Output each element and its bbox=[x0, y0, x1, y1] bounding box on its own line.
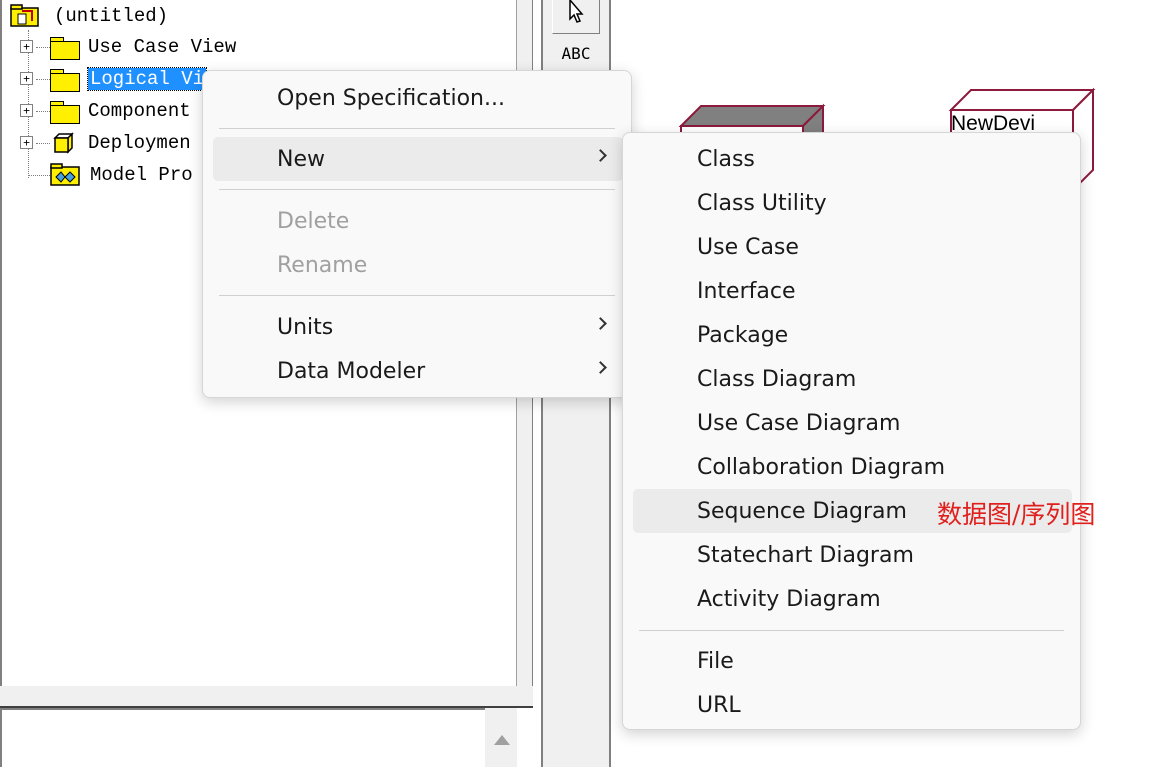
menu-item-units[interactable]: Units bbox=[213, 305, 623, 349]
model-root-icon bbox=[10, 4, 39, 27]
folder-icon bbox=[50, 68, 80, 92]
new-submenu: Class Class Utility Use Case Interface P… bbox=[622, 132, 1081, 730]
annotation-text: 数据图/序列图 bbox=[937, 500, 1096, 529]
tree-item-logical-view[interactable]: Logical Vi bbox=[50, 65, 208, 93]
expand-toggle[interactable]: + bbox=[20, 136, 33, 149]
menu-separator bbox=[219, 295, 615, 296]
menu-item-label: Activity Diagram bbox=[697, 586, 881, 612]
menu-separator bbox=[219, 189, 615, 190]
menu-item-label: URL bbox=[697, 692, 741, 718]
submenu-item-collaboration-diagram[interactable]: Collaboration Diagram bbox=[633, 445, 1072, 489]
scrollbar[interactable] bbox=[485, 708, 517, 767]
tree-item-label: Logical Vi bbox=[86, 67, 208, 91]
menu-item-label: Class Utility bbox=[697, 190, 827, 216]
selection-tool-button[interactable] bbox=[552, 0, 600, 34]
menu-item-data-modeler[interactable]: Data Modeler bbox=[213, 349, 623, 393]
tree-item-component-view[interactable]: Component bbox=[50, 97, 191, 125]
expand-toggle[interactable]: + bbox=[20, 72, 33, 85]
menu-item-label: File bbox=[697, 648, 734, 674]
chevron-right-icon bbox=[594, 317, 607, 330]
submenu-item-use-case[interactable]: Use Case bbox=[633, 225, 1072, 269]
scroll-up-icon[interactable] bbox=[494, 735, 510, 745]
menu-item-label: Class Diagram bbox=[697, 366, 857, 392]
menu-item-label: Data Modeler bbox=[277, 358, 426, 384]
menu-item-new[interactable]: New bbox=[213, 137, 623, 181]
text-tool-button[interactable]: ABC bbox=[543, 44, 609, 63]
tree-line bbox=[29, 175, 50, 176]
folder-icon bbox=[50, 36, 80, 60]
submenu-item-activity-diagram[interactable]: Activity Diagram bbox=[633, 577, 1072, 621]
tree-item-label: Deploymen bbox=[88, 132, 191, 154]
menu-item-label: Units bbox=[277, 314, 334, 340]
tree-item-deployment-view[interactable]: Deploymen bbox=[50, 129, 191, 157]
tree-root[interactable]: (untitled) bbox=[10, 2, 168, 30]
menu-separator bbox=[219, 128, 615, 129]
menu-item-label: Open Specification... bbox=[277, 85, 505, 111]
submenu-item-class-utility[interactable]: Class Utility bbox=[633, 181, 1072, 225]
pointer-arrow-icon bbox=[569, 0, 584, 23]
deployment-node-icon bbox=[53, 132, 74, 154]
menu-item-label: Interface bbox=[697, 278, 796, 304]
tree-item-label: Component bbox=[88, 100, 191, 122]
chevron-right-icon bbox=[594, 361, 607, 374]
tree-line bbox=[36, 79, 50, 80]
menu-item-label: Sequence Diagram bbox=[697, 498, 907, 524]
folder-icon bbox=[50, 100, 80, 124]
tree-line bbox=[36, 143, 50, 144]
tree-item-label: Model Pro bbox=[90, 164, 193, 186]
pane-splitter-horizontal[interactable] bbox=[0, 686, 533, 708]
expand-toggle[interactable]: + bbox=[20, 40, 33, 53]
menu-item-open-specification[interactable]: Open Specification... bbox=[213, 76, 623, 120]
tree-root-label: (untitled) bbox=[54, 5, 169, 27]
submenu-item-use-case-diagram[interactable]: Use Case Diagram bbox=[633, 401, 1072, 445]
chevron-right-icon bbox=[594, 149, 607, 162]
menu-item-rename[interactable]: Rename bbox=[213, 243, 623, 287]
submenu-item-class[interactable]: Class bbox=[633, 137, 1072, 181]
menu-item-label: Statechart Diagram bbox=[697, 542, 914, 568]
menu-separator bbox=[639, 630, 1064, 631]
submenu-item-package[interactable]: Package bbox=[633, 313, 1072, 357]
menu-item-label: Delete bbox=[277, 208, 350, 234]
menu-item-label: Collaboration Diagram bbox=[697, 454, 946, 480]
menu-item-label: Rename bbox=[277, 252, 368, 278]
tree-line bbox=[36, 47, 50, 48]
submenu-item-class-diagram[interactable]: Class Diagram bbox=[633, 357, 1072, 401]
expand-toggle[interactable]: + bbox=[20, 104, 33, 117]
submenu-item-statechart-diagram[interactable]: Statechart Diagram bbox=[633, 533, 1072, 577]
tree-item-model-properties[interactable]: Model Pro bbox=[50, 161, 193, 189]
submenu-item-url[interactable]: URL bbox=[633, 683, 1072, 727]
menu-item-label: Class bbox=[697, 146, 755, 172]
context-menu: Open Specification... New Delete Rename … bbox=[202, 70, 632, 398]
documentation-pane[interactable] bbox=[0, 708, 485, 767]
menu-item-delete[interactable]: Delete bbox=[213, 199, 623, 243]
tree-item-use-case-view[interactable]: Use Case View bbox=[50, 33, 236, 61]
tree-line bbox=[36, 111, 50, 112]
submenu-item-interface[interactable]: Interface bbox=[633, 269, 1072, 313]
menu-item-label: Use Case bbox=[697, 234, 799, 260]
model-properties-icon bbox=[50, 163, 80, 186]
tree-item-label: Use Case View bbox=[88, 36, 237, 58]
menu-item-label: New bbox=[277, 146, 325, 172]
menu-item-label: Use Case Diagram bbox=[697, 410, 901, 436]
submenu-item-file[interactable]: File bbox=[633, 639, 1072, 683]
menu-item-label: Package bbox=[697, 322, 789, 348]
